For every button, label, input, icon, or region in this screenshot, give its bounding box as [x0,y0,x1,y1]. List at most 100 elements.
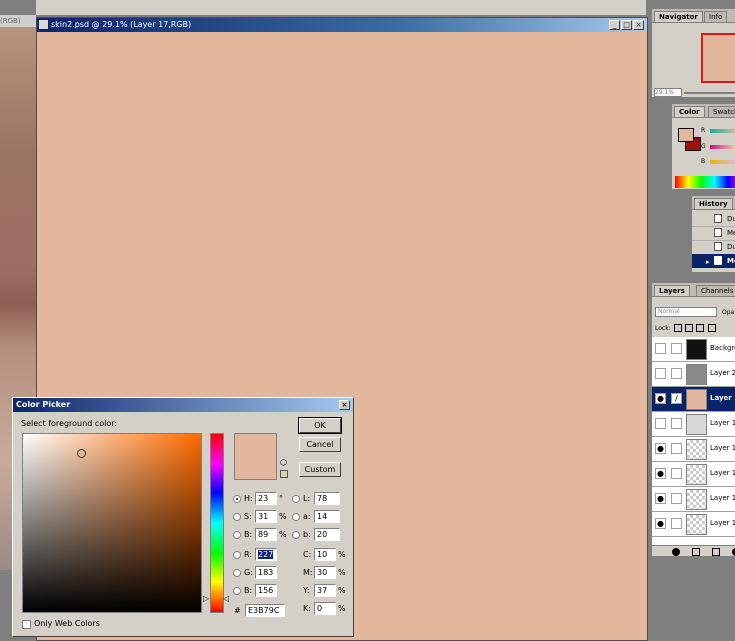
tab-info[interactable]: Info [704,11,728,22]
radio-brightness[interactable] [233,531,241,539]
history-item[interactable]: Du [692,240,735,255]
layer-row[interactable]: ● Layer 14 [652,462,735,487]
lightness-label: L: [303,494,311,503]
layer-style-icon[interactable] [672,548,680,556]
color-ramp[interactable] [675,176,735,188]
close-icon[interactable]: × [339,400,350,410]
background-window-title: (RGB) [0,15,36,27]
b-lab-field[interactable]: 20 [314,528,340,541]
eye-icon[interactable]: ● [655,393,666,404]
a-label: a: [303,512,311,521]
hue-field[interactable]: 23 [255,492,277,505]
history-state-icon [714,242,722,251]
hue-slider-right-arrow-icon[interactable]: ◁ [223,594,229,603]
layer-row[interactable]: Layer 13 [652,412,735,437]
a-field[interactable]: 14 [314,510,340,523]
dialog-title: Color Picker [16,400,71,409]
black-field[interactable]: 0 [314,602,336,615]
channel-b-slider[interactable] [710,160,735,164]
layer-row[interactable]: ● Layer 14 [652,487,735,512]
radio-hue[interactable] [233,495,241,503]
link-toggle[interactable] [671,518,682,529]
navigator-zoom-field[interactable]: 29.1% [654,88,682,97]
layer-row[interactable]: Backgro [652,337,735,362]
custom-button[interactable]: Custom [299,462,341,477]
only-web-colors-checkbox[interactable] [22,620,31,629]
tab-history[interactable]: History [694,198,733,209]
ok-button[interactable]: OK [298,417,342,434]
brightness-field[interactable]: 89 [255,528,277,541]
tab-swatches[interactable]: Swatch [708,106,735,117]
new-set-icon[interactable] [712,548,720,556]
layer-row[interactable]: Layer 2 [652,362,735,387]
lightness-field[interactable]: 78 [314,492,340,505]
tab-color[interactable]: Color [674,106,705,117]
color-picker-title-bar[interactable]: Color Picker × [13,398,353,412]
layer-mask-icon[interactable] [692,548,700,556]
yellow-field[interactable]: 37 [314,584,336,597]
lock-transparency-icon[interactable] [674,324,682,332]
link-toggle[interactable] [671,368,682,379]
lock-pixels-icon[interactable] [685,324,693,332]
history-item[interactable]: Du [692,212,735,227]
tab-navigator[interactable]: Navigator [654,11,703,22]
brush-icon[interactable]: / [671,393,682,404]
history-item-active[interactable]: ▸ Me [692,254,735,268]
foreground-color-swatch[interactable] [678,128,694,142]
maximize-icon[interactable]: □ [621,20,632,30]
radio-a[interactable] [292,513,300,521]
lock-position-icon[interactable] [696,324,704,332]
link-toggle[interactable] [671,343,682,354]
channel-r-slider[interactable] [710,129,735,133]
photoshop-doc-icon [39,20,48,29]
navigator-preview[interactable] [701,33,735,83]
minimize-icon[interactable]: _ [609,20,620,30]
layer-thumbnail [686,464,707,485]
radio-green[interactable] [233,569,241,577]
hue-slider-left-arrow-icon[interactable]: ▷ [203,594,209,603]
document-title-bar[interactable]: skin2.psd @ 29.1% (Layer 17,RGB) _ □ × [37,18,647,32]
visibility-toggle[interactable] [655,368,666,379]
link-toggle[interactable] [671,418,682,429]
cancel-button[interactable]: Cancel [299,437,341,452]
red-field[interactable]: 227 [255,548,277,561]
radio-saturation[interactable] [233,513,241,521]
tab-layers[interactable]: Layers [654,285,690,296]
layer-name: Layer 14 [710,469,735,477]
color-field[interactable] [22,433,202,613]
link-toggle[interactable] [671,468,682,479]
eye-icon[interactable]: ● [655,443,666,454]
blue-label: B: [244,586,253,595]
eye-icon[interactable]: ● [655,493,666,504]
layer-row[interactable]: ● Layer 11 [652,512,735,537]
web-color-swatch-icon[interactable] [280,470,288,478]
radio-lightness[interactable] [292,495,300,503]
navigator-zoom-slider[interactable] [684,92,735,94]
radio-b-lab[interactable] [292,531,300,539]
close-icon[interactable]: × [633,20,644,30]
tab-channels[interactable]: Channels [696,285,735,296]
green-field[interactable]: 183 [255,566,277,579]
link-toggle[interactable] [671,443,682,454]
cyan-field[interactable]: 10 [314,548,336,561]
saturation-field[interactable]: 31 [255,510,277,523]
history-item[interactable]: Me [692,226,735,241]
radio-blue[interactable] [233,587,241,595]
lock-all-icon[interactable] [708,324,716,332]
blend-mode-select[interactable]: Normal [655,307,717,317]
magenta-field[interactable]: 30 [314,566,336,579]
link-toggle[interactable] [671,493,682,504]
radio-red[interactable] [233,551,241,559]
eye-icon[interactable]: ● [655,468,666,479]
hex-field[interactable]: E3B79C [245,604,285,617]
gamut-cube-icon[interactable]: ⬡ [280,458,287,467]
eye-icon[interactable]: ● [655,518,666,529]
color-field-cursor[interactable] [77,449,86,458]
layer-row-active[interactable]: ● / Layer 1 [652,387,735,412]
visibility-toggle[interactable] [655,418,666,429]
hue-slider[interactable] [210,433,224,613]
blue-field[interactable]: 156 [255,584,277,597]
channel-g-slider[interactable] [710,145,735,149]
layer-row[interactable]: ● Layer 16 [652,437,735,462]
visibility-toggle[interactable] [655,343,666,354]
